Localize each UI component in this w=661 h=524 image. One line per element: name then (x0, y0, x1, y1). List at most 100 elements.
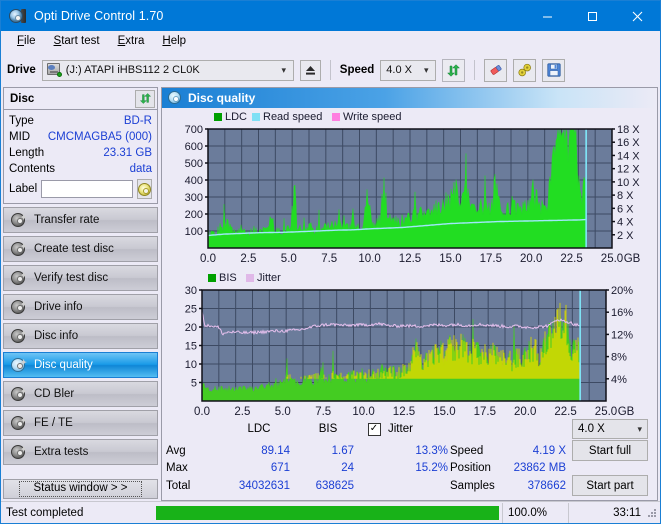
disc-row-mid-key: MID (9, 131, 31, 143)
drive-select[interactable]: (J:) ATAPI iHBS112 2 CL0K ▾ (41, 59, 294, 81)
close-icon[interactable] (615, 1, 660, 31)
maximize-icon[interactable] (570, 1, 615, 31)
chevron-down-icon: ▾ (424, 64, 429, 75)
svg-text:300: 300 (185, 192, 203, 204)
svg-text:GB: GB (618, 406, 635, 418)
svg-text:18 X: 18 X (617, 124, 640, 136)
stats-panel: LDC BIS ✓ Jitter 4.0 X ▾ Avg 89.14 1.67 (162, 416, 657, 500)
disc-label-row: Label (9, 179, 152, 199)
stats-row-avg-bis: 1.67 (331, 444, 354, 457)
sidebar: Disc Type BD-R MID CMCMAGBA5 (000) Lengt… (3, 87, 158, 501)
svg-text:400: 400 (185, 175, 203, 187)
sidebar-item-extra-tests[interactable]: ✦ Extra tests (3, 439, 158, 465)
start-part-label: Start part (586, 479, 634, 492)
stats-row-max-jitter: 15.2% (415, 462, 448, 474)
disc-icon: ✦ (11, 241, 27, 257)
svg-text:LDC: LDC (225, 111, 247, 123)
refresh-button[interactable] (442, 58, 466, 82)
start-part-cell: Start part (572, 475, 652, 496)
svg-text:4 X: 4 X (617, 217, 634, 229)
disc-icon: ✦ (11, 270, 27, 286)
resize-grip-icon[interactable] (646, 507, 658, 519)
sidebar-item-create-test-disc[interactable]: ✦ Create test disc (3, 236, 158, 262)
stats-row-avg-key: Avg (166, 444, 186, 457)
disc-row-contents: Contents data (9, 161, 152, 177)
sidebar-item-disc-quality[interactable]: ✦ Disc quality (3, 352, 158, 378)
svg-text:10.0: 10.0 (358, 253, 380, 265)
disc-label-input[interactable] (41, 180, 133, 198)
sidebar-item-disc-info[interactable]: ✦ Disc info (3, 323, 158, 349)
app-window: Opti Drive Control 1.70 File Start test … (0, 0, 661, 524)
disc-label-button[interactable] (137, 179, 152, 199)
svg-text:15: 15 (185, 341, 197, 353)
start-full-cell: Start full (572, 440, 652, 461)
menu-file-rest: ile (24, 35, 36, 48)
menu-help[interactable]: Help (154, 33, 194, 51)
svg-text:10: 10 (185, 359, 197, 371)
speed-value: 4.19 X (532, 444, 566, 457)
sidebar-item-label: FE / TE (34, 417, 73, 429)
disc-row-contents-value: data (129, 163, 152, 175)
sidebar-item-transfer-rate[interactable]: ✦ Transfer rate (3, 207, 158, 233)
svg-text:12%: 12% (611, 329, 633, 341)
disc-refresh-button[interactable] (135, 89, 155, 108)
sidebar-item-verify-test-disc[interactable]: ✦ Verify test disc (3, 265, 158, 291)
svg-text:25.0: 25.0 (601, 253, 623, 265)
toolbar: Drive (J:) ATAPI iHBS112 2 CL0K ▾ Speed … (1, 53, 660, 87)
stats-row-max-bis: 24 (341, 462, 354, 474)
speed-select-cell: 4.0 X ▾ (572, 419, 652, 439)
jitter-checkbox[interactable]: ✓ (367, 422, 381, 436)
svg-text:GB: GB (624, 253, 641, 265)
app-icon (9, 8, 26, 24)
nav-list: ✦ Transfer rate ✦ Create test disc ✦ Ver… (3, 207, 158, 465)
eraser-button[interactable] (484, 58, 508, 82)
window-controls (525, 1, 660, 31)
stats-row-total-key: Total (166, 479, 191, 492)
start-full-label: Start full (588, 444, 632, 457)
svg-text:7.5: 7.5 (315, 406, 331, 418)
eject-button[interactable] (299, 59, 321, 81)
window-title: Opti Drive Control 1.70 (34, 9, 164, 23)
svg-text:10 X: 10 X (617, 177, 640, 189)
test-speed-select[interactable]: 4.0 X ▾ (572, 419, 648, 439)
disc-icon: ✦ (11, 444, 27, 460)
menu-start-test[interactable]: Start test (46, 33, 108, 51)
svg-text:12 X: 12 X (617, 164, 640, 176)
minimize-icon[interactable] (525, 1, 570, 31)
start-full-button[interactable]: Start full (572, 440, 648, 461)
svg-text:15.0: 15.0 (433, 406, 455, 418)
sidebar-item-fe-te[interactable]: ✦ FE / TE (3, 410, 158, 436)
disc-panel-title: Disc (10, 92, 35, 105)
sidebar-item-drive-info[interactable]: ✦ Drive info (3, 294, 158, 320)
svg-text:22.5: 22.5 (554, 406, 576, 418)
drive-select-value: (J:) ATAPI iHBS112 2 CL0K (65, 64, 200, 76)
speed-select[interactable]: 4.0 X ▾ (380, 59, 437, 81)
stats-row-max-key: Max (166, 462, 188, 474)
drive-icon (46, 63, 62, 77)
svg-text:2.5: 2.5 (240, 253, 256, 265)
disc-icon: ✦ (11, 386, 27, 402)
test-speed-value: 4.0 X (578, 423, 605, 435)
svg-text:12.5: 12.5 (399, 253, 421, 265)
bis-jitter-chart-svg: BIS Jitter 5 10 15 20 25 30 4% 8% 12% 16% 20% 0.0 2.5 5… (185, 272, 635, 418)
menu-file[interactable]: File (9, 33, 44, 51)
save-button[interactable] (542, 58, 566, 82)
sidebar-item-cd-bler[interactable]: ✦ CD Bler (3, 381, 158, 407)
toolbar-divider-2 (474, 60, 476, 80)
speed-label: Speed (339, 64, 375, 76)
elapsed-time: 33:11 (568, 502, 646, 523)
status-window-button[interactable]: Status window > > (3, 479, 158, 499)
svg-text:7.5: 7.5 (321, 253, 337, 265)
samples-value: 378662 (527, 479, 566, 492)
disc-row-type-value: BD-R (123, 115, 152, 127)
menu-extra-rest: xtra (125, 35, 145, 48)
disc-icon: ✦ (11, 415, 27, 431)
menu-extra[interactable]: Extra (110, 33, 153, 51)
status-message: Test completed (6, 506, 84, 519)
sidebar-item-label: Disc quality (34, 359, 93, 371)
sidebar-item-label: Create test disc (34, 243, 114, 255)
svg-text:20.0: 20.0 (520, 253, 542, 265)
tools-button[interactable] (513, 58, 537, 82)
start-part-button[interactable]: Start part (572, 475, 648, 496)
